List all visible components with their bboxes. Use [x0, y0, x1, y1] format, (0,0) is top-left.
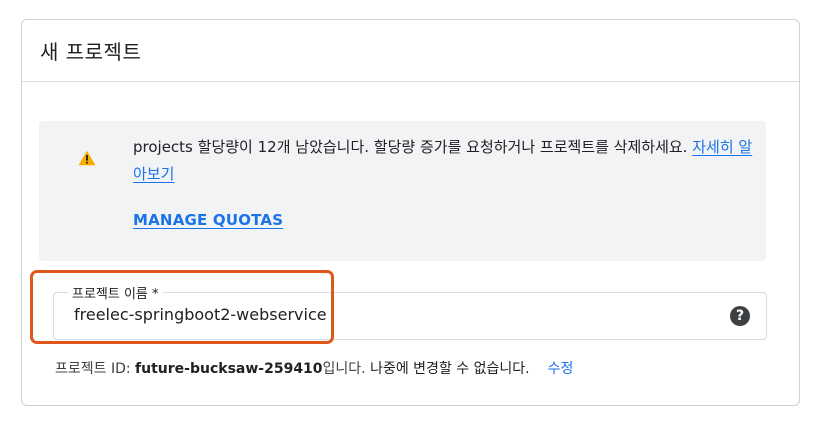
help-circle-icon[interactable]: ? [730, 306, 750, 326]
quota-warning-message: projects 할당량이 12개 남았습니다. 할당량 증가를 요청하거나 프… [133, 138, 688, 156]
new-project-card: 새 프로젝트 projects 할당량이 12개 남았습니다. 할당량 증가를 … [21, 19, 800, 406]
project-id-value: future-bucksaw-259410 [135, 361, 323, 377]
card-header: 새 프로젝트 [22, 20, 799, 82]
manage-quotas-link[interactable]: MANAGE QUOTAS [133, 211, 283, 229]
project-name-input[interactable] [74, 305, 714, 324]
edit-project-id-link[interactable]: 수정 [548, 361, 574, 377]
project-id-notice: 나중에 변경할 수 없습니다. [365, 361, 530, 377]
quota-warning-banner: projects 할당량이 12개 남았습니다. 할당량 증가를 요청하거나 프… [39, 121, 766, 261]
project-id-suffix: 입니다. [322, 361, 366, 377]
project-id-row: 프로젝트 ID: future-bucksaw-259410입니다. 나중에 변… [55, 358, 573, 378]
project-id-prefix: 프로젝트 ID: [55, 361, 136, 377]
warning-icon [78, 150, 96, 166]
project-name-label: 프로젝트 이름 * [68, 283, 163, 302]
quota-warning-text: projects 할당량이 12개 남았습니다. 할당량 증가를 요청하거나 프… [133, 134, 753, 188]
project-name-field[interactable]: 프로젝트 이름 * ? [53, 283, 767, 340]
page-title: 새 프로젝트 [40, 40, 142, 64]
